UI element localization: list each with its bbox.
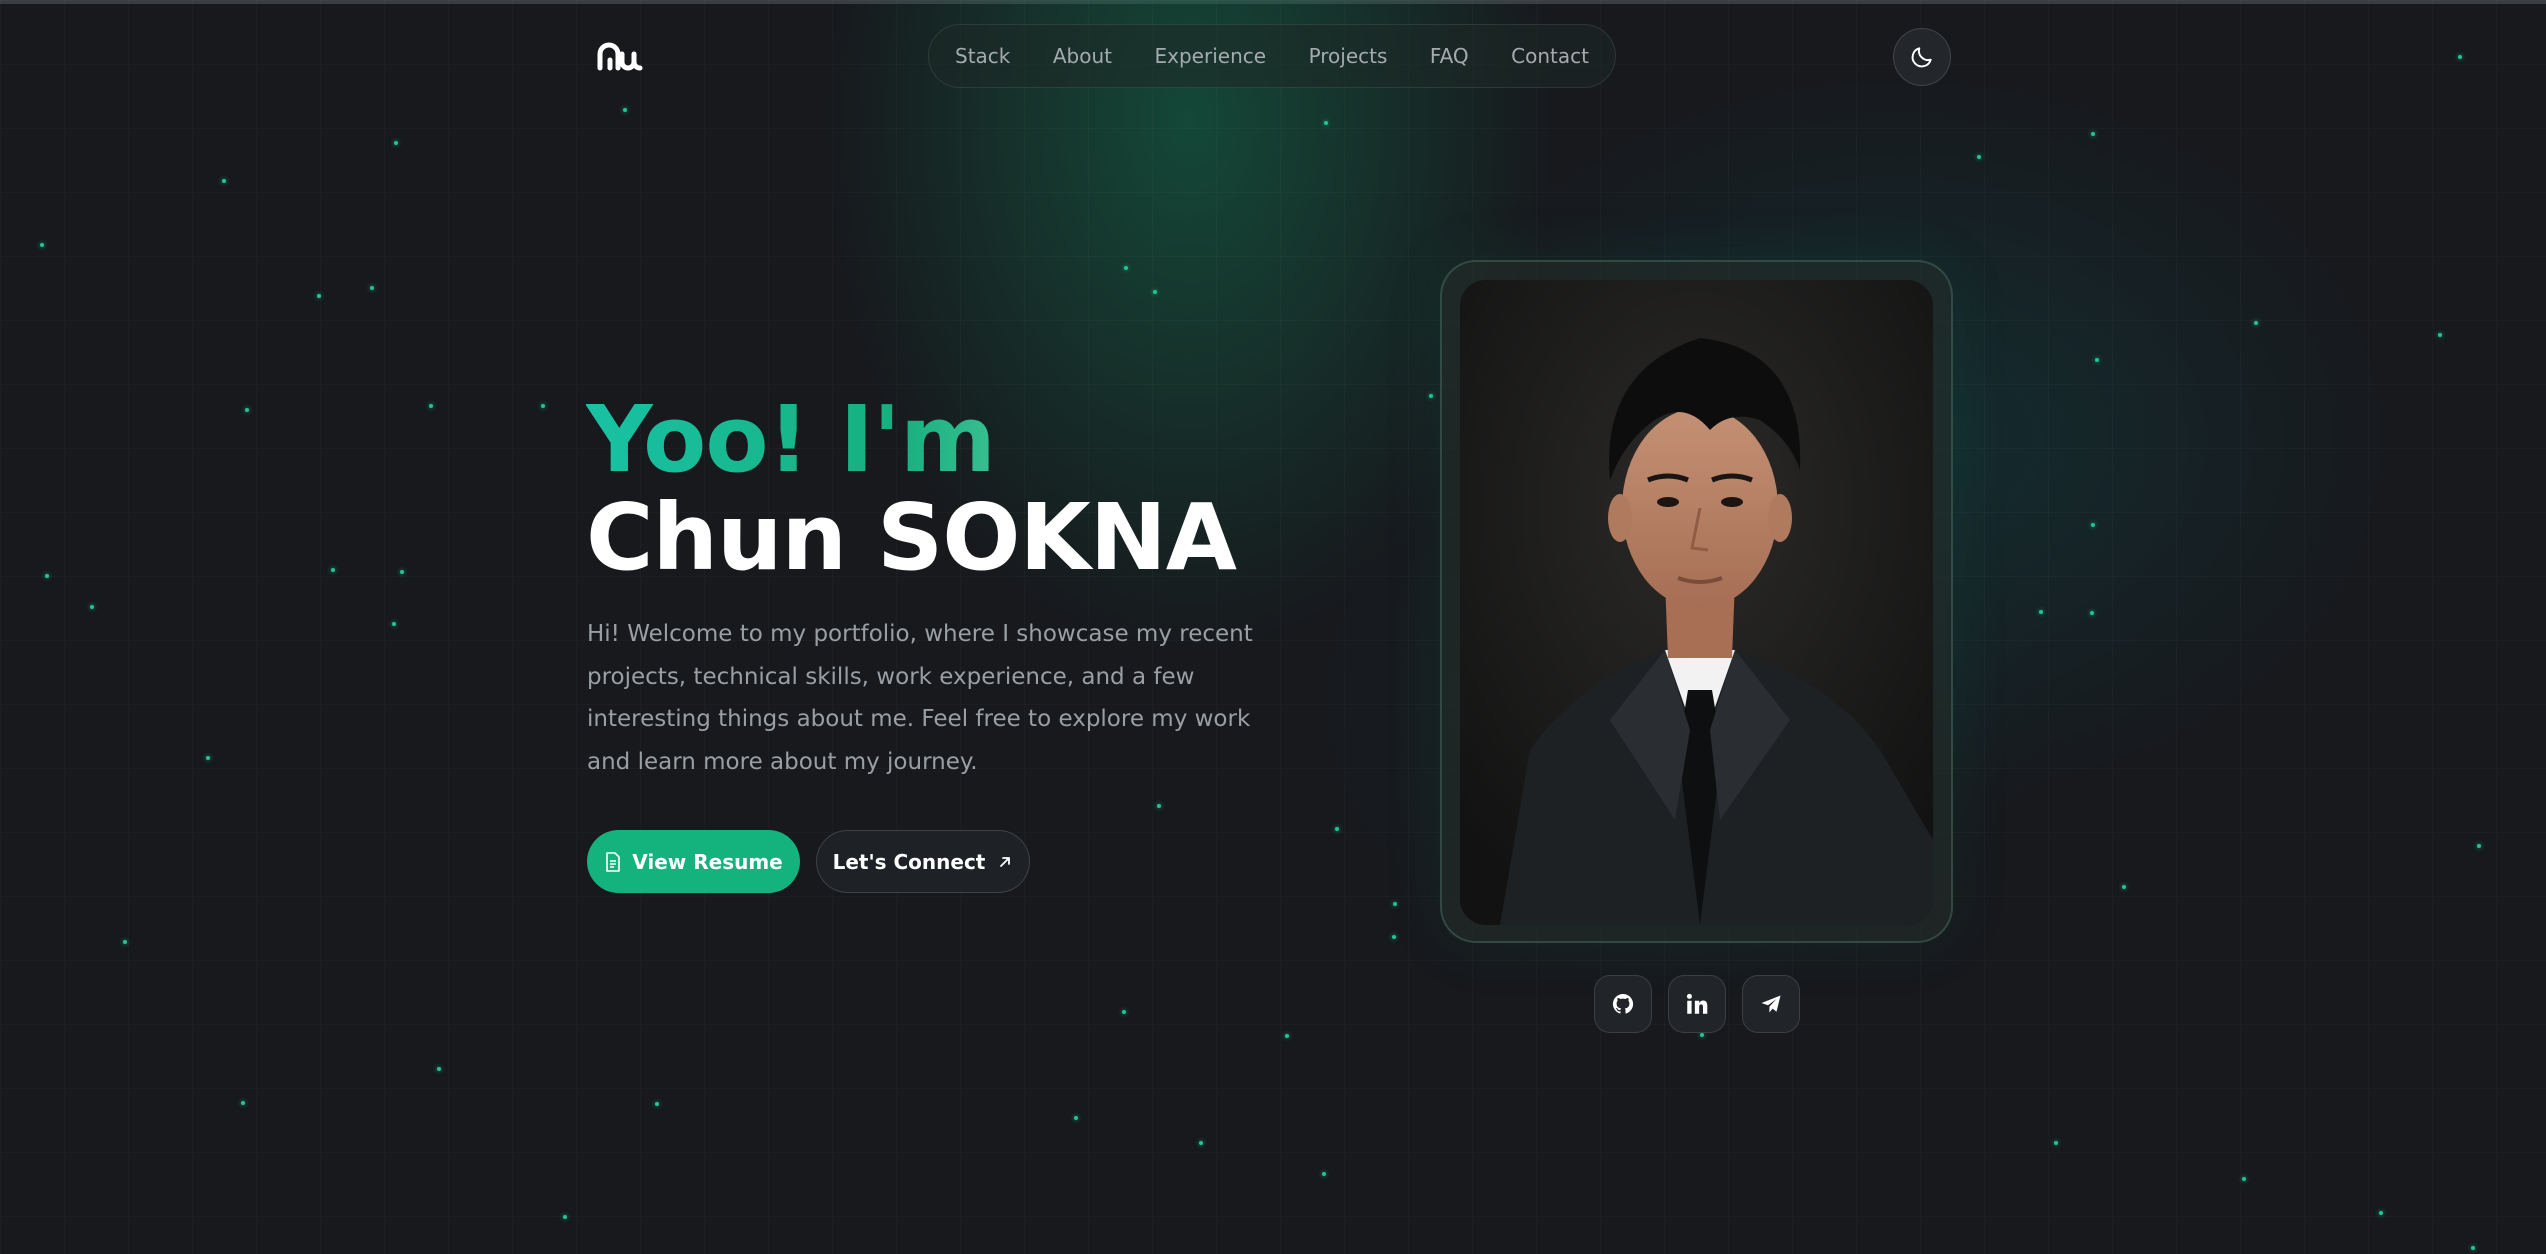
background-star [1122,1010,1126,1014]
background-star [2471,1246,2475,1250]
linkedin-link[interactable] [1668,975,1726,1033]
hero-heading: Yoo! I'm Chun SOKNA [586,390,1237,591]
view-resume-label: View Resume [632,849,783,874]
arrow-up-right-icon [1000,856,1011,867]
nav-experience[interactable]: Experience [1155,44,1267,68]
background-star [1700,1033,1704,1037]
background-star [437,1067,441,1071]
site-logo[interactable] [596,40,644,72]
main-nav: Stack About Experience Projects FAQ Cont… [928,24,1616,88]
background-star [2379,1211,2383,1215]
profile-photo-frame [1440,260,1953,943]
lets-connect-button[interactable]: Let's Connect [816,830,1030,893]
background-star [40,243,44,247]
background-star [1285,1034,1289,1038]
background-star [394,141,398,145]
background-star [655,1102,659,1106]
background-star [206,756,210,760]
hero-description: Hi! Welcome to my portfolio, where I sho… [587,621,1253,775]
background-star [2438,333,2442,337]
background-star [370,286,374,290]
background-star [1393,902,1397,906]
background-star [623,108,627,112]
background-star [1977,155,1981,159]
background-star [1124,266,1128,270]
background-star [2054,1141,2058,1145]
background-star [1153,290,1157,294]
theme-toggle-button[interactable] [1893,28,1951,86]
background-star [2091,132,2095,136]
telegram-link[interactable] [1742,975,1800,1033]
github-icon [1612,993,1634,1014]
background-star [2039,610,2043,614]
nav-faq[interactable]: FAQ [1430,44,1469,68]
background-star [1157,804,1161,808]
background-star [1335,827,1339,831]
background-star [245,408,249,412]
hero-greeting: Yoo! I'm [586,390,1236,490]
profile-photo [1460,280,1933,925]
background-star [2095,358,2099,362]
background-star [400,570,404,574]
telegram-icon [1761,995,1781,1013]
background-star [90,605,94,609]
view-resume-button[interactable]: View Resume [587,830,800,893]
background-star [317,294,321,298]
background-star [2122,885,2126,889]
background-star [392,622,396,626]
background-star [2254,321,2258,325]
background-star [1392,935,1396,939]
background-star [2477,844,2481,848]
background-star [222,179,226,183]
hero-name: Chun SOKNA [586,484,1237,591]
background-star [1429,394,1433,398]
background-star [123,940,127,944]
background-star [541,404,545,408]
background-star [45,574,49,578]
background-star [429,404,433,408]
linkedin-icon [1686,993,1708,1014]
background-star [1074,1116,1078,1120]
background-star [2458,55,2462,59]
background-star [2242,1177,2246,1181]
nav-stack[interactable]: Stack [955,44,1010,68]
background-star [2090,611,2094,615]
nav-about[interactable]: About [1053,44,1112,68]
lets-connect-label: Let's Connect [832,849,986,874]
background-star [331,568,335,572]
document-icon [606,851,621,872]
nav-projects[interactable]: Projects [1309,44,1388,68]
background-star [563,1215,567,1219]
background-star [1199,1141,1203,1145]
background-star [1324,121,1328,125]
moon-icon [1911,47,1932,68]
background-star [2091,523,2095,527]
portrait-illustration [1460,280,1933,925]
aw-logo-icon [597,42,643,71]
nav-contact[interactable]: Contact [1511,44,1589,68]
background-star [241,1101,245,1105]
github-link[interactable] [1594,975,1652,1033]
background-star [1322,1172,1326,1176]
